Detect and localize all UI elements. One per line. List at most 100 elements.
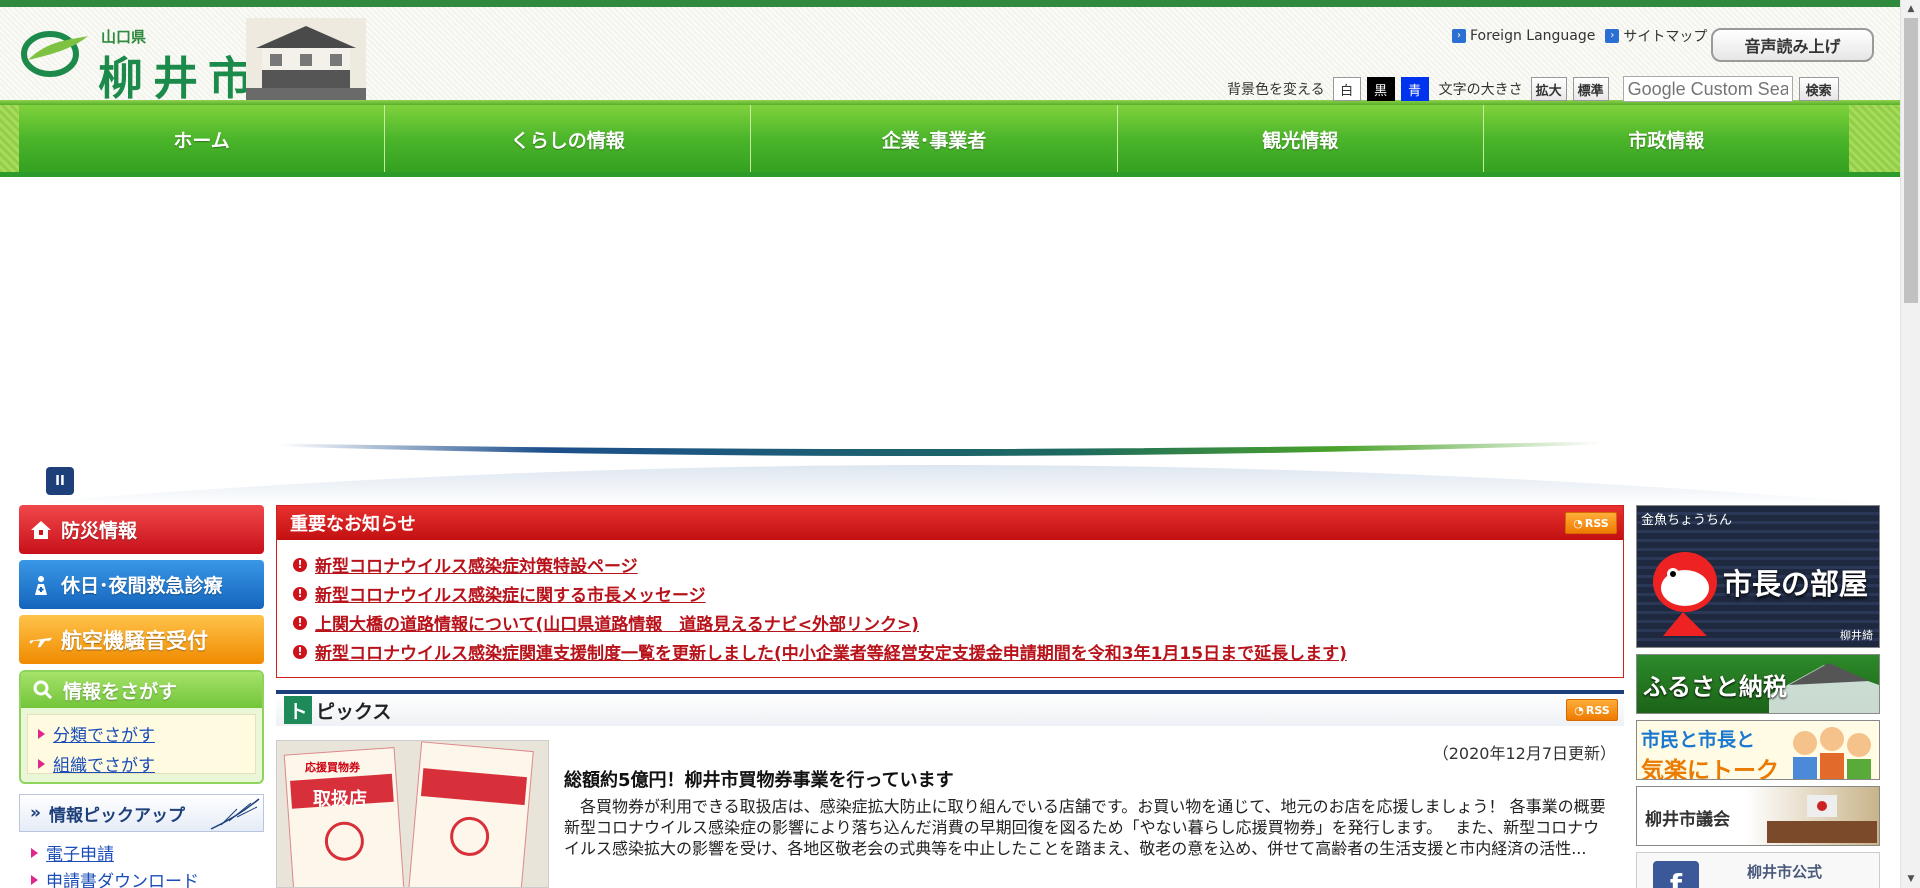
rss-icon: ◔ xyxy=(1573,516,1583,530)
right-banners: 金魚ちょうちん 市長の部屋 柳井綺 ふるさと納税 市民と市長と 気楽にトーク 柳… xyxy=(1636,505,1880,888)
mayor-banner-caption: 金魚ちょうちん xyxy=(1641,513,1733,528)
nav-tourism[interactable]: 観光情報 xyxy=(1117,105,1484,173)
council-hall-icon xyxy=(1767,795,1877,843)
arrow-right-icon: › xyxy=(1605,29,1620,43)
mayor-banner-title: 市長の部屋 xyxy=(1723,567,1869,601)
site-logo[interactable]: 山口県 柳井市 xyxy=(18,16,366,105)
city-council-label: 柳井市議会 xyxy=(1645,810,1730,830)
nav-living[interactable]: くらしの情報 xyxy=(385,105,752,173)
magnifier-icon xyxy=(31,678,55,702)
disaster-info-button[interactable]: 防災情報 xyxy=(19,505,264,554)
topic-updated-date: （2020年12月7日更新） xyxy=(1432,744,1616,763)
topics-title-initial: ト xyxy=(284,696,312,724)
notice-rss-button[interactable]: ◔ RSS xyxy=(1565,512,1617,534)
voice-reader-button[interactable]: 音声読み上げ xyxy=(1711,28,1874,62)
leaf-decoration-icon xyxy=(210,798,260,830)
exclamation-icon: ! xyxy=(293,615,307,630)
topics-title: ト ピックス xyxy=(276,696,391,724)
logo-city-name: 柳井市 xyxy=(98,52,264,105)
important-notice-panel: 重要なお知らせ ◔ RSS ! 新型コロナウイルス感染症対策特設ページ ! 新型… xyxy=(276,505,1624,678)
e-application-link[interactable]: 電子申請 xyxy=(31,840,252,865)
citizen-talk-line1: 市民と市長と xyxy=(1641,729,1756,751)
scroll-down-arrow-icon[interactable]: ▼ xyxy=(1901,870,1920,888)
aircraft-noise-label: 航空機騒音受付 xyxy=(61,628,208,653)
vertical-scrollbar[interactable]: ▲ ▼ xyxy=(1900,0,1920,888)
slideshow-pause-button[interactable]: II xyxy=(46,467,74,495)
info-pickup-header: » 情報ピックアップ xyxy=(19,794,264,832)
info-search-box: 情報をさがす 分類でさがす 組織でさがす xyxy=(19,670,264,784)
font-normal-button[interactable]: 標準 xyxy=(1572,77,1609,101)
triangle-bullet-icon xyxy=(31,874,38,885)
form-download-link[interactable]: 申請書ダウンロード xyxy=(31,867,252,888)
bg-color-label: 背景色を変える xyxy=(1227,82,1325,98)
sitemap-link[interactable]: › サイトマップ xyxy=(1605,26,1707,46)
search-button[interactable]: 検索 xyxy=(1798,77,1839,101)
airplane-icon xyxy=(29,628,53,652)
logo-building-icon xyxy=(246,18,366,100)
accessibility-tools: 背景色を変える 白 黒 青 文字の大きさ 拡大 標準 検索 xyxy=(1227,76,1839,102)
sitemap-label: サイトマップ xyxy=(1623,29,1708,45)
info-search-label: 情報をさがす xyxy=(63,680,178,703)
topics-header: ト ピックス ◔ RSS xyxy=(276,690,1624,726)
facebook-banner[interactable]: f 柳井市公式 xyxy=(1636,852,1880,888)
exclamation-icon: ! xyxy=(293,586,307,601)
search-by-organization-link[interactable]: 組織でさがす xyxy=(38,751,245,776)
exclamation-icon: ! xyxy=(293,557,307,572)
emergency-clinic-button[interactable]: 休日･夜間救急診療 xyxy=(19,560,264,609)
search-input[interactable] xyxy=(1622,76,1793,102)
furusato-tax-banner[interactable]: ふるさと納税 xyxy=(1636,654,1880,714)
notice-item[interactable]: ! 上関大橋の道路情報について(山口県道路情報 道路見えるナビ<外部リンク>) xyxy=(293,608,1607,637)
topic-image[interactable]: 応援買物券 取扱店 xyxy=(276,740,549,888)
nav-home[interactable]: ホーム xyxy=(19,105,386,173)
topics-title-rest: ピックス xyxy=(316,700,392,723)
bg-white-button[interactable]: 白 xyxy=(1332,77,1361,101)
emergency-clinic-label: 休日･夜間救急診療 xyxy=(61,575,223,597)
triangle-bullet-icon xyxy=(31,847,38,858)
topic-summary: 各買物券が利用できる取扱店は、感染症拡大防止に取り組んでいる店舗です。お買い物を… xyxy=(564,797,1627,858)
important-notice-title: 重要なお知らせ xyxy=(290,514,416,535)
left-sidebar: 防災情報 休日･夜間救急診療 航空機騒音受付 情報をさがす 分類でさがす 組織で xyxy=(19,505,264,888)
mayor-banner-signature: 柳井綺 xyxy=(1840,629,1873,642)
mayor-room-banner[interactable]: 金魚ちょうちん 市長の部屋 柳井綺 xyxy=(1636,505,1880,648)
hero-wave-decoration xyxy=(0,441,1900,505)
font-large-button[interactable]: 拡大 xyxy=(1530,77,1567,101)
bg-blue-button[interactable]: 青 xyxy=(1400,77,1429,101)
font-size-label: 文字の大きさ xyxy=(1438,82,1523,98)
info-search-title: 情報をさがす xyxy=(21,672,262,708)
nav-business[interactable]: 企業･事業者 xyxy=(751,105,1118,173)
notice-item[interactable]: ! 新型コロナウイルス感染症に関する市長メッセージ xyxy=(293,579,1607,608)
image-caption-2: 取扱店 xyxy=(313,789,367,810)
disaster-info-label: 防災情報 xyxy=(61,520,138,542)
scroll-thumb[interactable] xyxy=(1904,18,1918,303)
rss-icon: ◔ xyxy=(1574,703,1584,717)
global-nav: ホーム くらしの情報 企業･事業者 観光情報 市政情報 xyxy=(0,105,1900,177)
topic-article: 応援買物券 取扱店 （2020年12月7日更新） 総額約5億円！柳井市買物券事業… xyxy=(276,740,1627,888)
important-notice-header: 重要なお知らせ ◔ RSS xyxy=(277,506,1623,540)
foreign-language-link[interactable]: › Foreign Language xyxy=(1452,28,1595,44)
aircraft-noise-button[interactable]: 航空機騒音受付 xyxy=(19,615,264,664)
furusato-tax-label: ふるさと納税 xyxy=(1643,673,1787,701)
bg-black-button[interactable]: 黒 xyxy=(1366,77,1395,101)
topics-rss-button[interactable]: ◔ RSS xyxy=(1566,699,1618,721)
logo-swirl-icon xyxy=(21,31,88,77)
citizen-talk-banner[interactable]: 市民と市長と 気楽にトーク xyxy=(1636,720,1880,780)
facebook-label: 柳井市公式 xyxy=(1747,863,1823,881)
facebook-icon: f xyxy=(1653,861,1699,888)
city-council-banner[interactable]: 柳井市議会 xyxy=(1636,786,1880,846)
search-by-category-link[interactable]: 分類でさがす xyxy=(38,721,245,746)
top-accent-bar xyxy=(0,0,1900,7)
nav-city-government[interactable]: 市政情報 xyxy=(1483,105,1850,173)
goldfish-lantern-icon xyxy=(1653,552,1717,636)
notice-item[interactable]: ! 新型コロナウイルス感染症関連支援制度一覧を更新しました(中小企業者等経営安定… xyxy=(293,637,1607,666)
exclamation-icon: ! xyxy=(293,644,307,659)
topic-headline[interactable]: 総額約5億円！柳井市買物券事業を行っています xyxy=(564,766,954,792)
utility-links: › Foreign Language › サイトマップ xyxy=(1452,26,1707,46)
double-chevron-icon: » xyxy=(30,803,41,823)
people-illustration-icon xyxy=(1793,727,1871,779)
notice-item[interactable]: ! 新型コロナウイルス感染症対策特設ページ xyxy=(293,550,1607,579)
scroll-up-arrow-icon[interactable]: ▲ xyxy=(1901,0,1920,18)
arrow-right-icon: › xyxy=(1452,29,1466,43)
medical-person-icon xyxy=(29,573,53,597)
image-caption-1: 応援買物券 xyxy=(305,761,360,774)
foreign-language-label: Foreign Language xyxy=(1470,28,1596,44)
